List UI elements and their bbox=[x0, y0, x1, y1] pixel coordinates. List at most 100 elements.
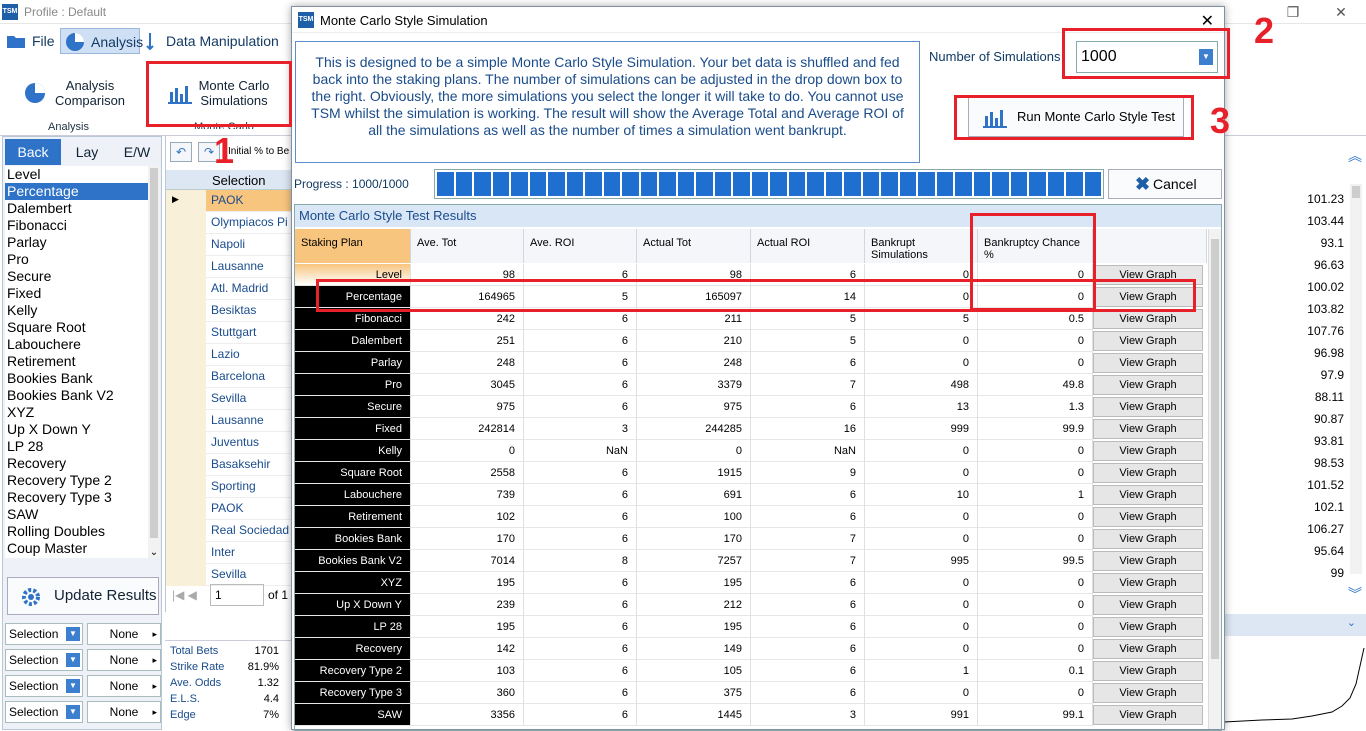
selection-row[interactable]: Lazio bbox=[166, 344, 294, 366]
result-row[interactable]: Kelly 0 NaN 0 NaN 0 0 View Graph bbox=[295, 440, 1207, 462]
dropdown-arrow-icon[interactable]: ▼ bbox=[66, 705, 80, 719]
column-header-ave-tot[interactable]: Ave. Tot bbox=[411, 229, 524, 263]
staking-plan-item[interactable]: Bookies Bank V2 bbox=[5, 387, 148, 404]
staking-plan-item[interactable]: Recovery Type 3 bbox=[5, 489, 148, 506]
update-results-button[interactable]: Update Results bbox=[7, 577, 159, 615]
view-graph-button[interactable]: View Graph bbox=[1093, 441, 1203, 461]
row-header[interactable] bbox=[166, 564, 206, 586]
menu-data-manipulation[interactable]: Data Manipulation bbox=[142, 28, 282, 54]
column-header-bankrupt-simulations[interactable]: Bankrupt Simulations bbox=[865, 229, 978, 263]
selection-dropdown[interactable]: Selection ▼ bbox=[5, 675, 83, 697]
row-header[interactable] bbox=[166, 388, 206, 410]
result-row[interactable]: Square Root 2558 6 1915 9 0 0 View Graph bbox=[295, 462, 1207, 484]
selection-row[interactable]: Napoli bbox=[166, 234, 294, 256]
row-header[interactable] bbox=[166, 542, 206, 564]
restore-icon[interactable]: ❐ bbox=[1278, 2, 1308, 22]
view-graph-button[interactable]: View Graph bbox=[1093, 375, 1203, 395]
view-graph-button[interactable]: View Graph bbox=[1093, 485, 1203, 505]
selection-row[interactable]: Sevilla bbox=[166, 388, 294, 410]
staking-plan-list[interactable]: Level Percentage Dalembert Fibonacci Parlay P… bbox=[5, 166, 148, 558]
column-header-plan[interactable]: Staking Plan bbox=[295, 229, 411, 263]
tab-lay[interactable]: Lay bbox=[63, 139, 111, 165]
staking-plan-item[interactable]: Square Root bbox=[5, 319, 148, 336]
row-header[interactable] bbox=[166, 476, 206, 498]
view-graph-button[interactable]: View Graph bbox=[1093, 419, 1203, 439]
selection-row[interactable]: Stuttgart bbox=[166, 322, 294, 344]
view-graph-button[interactable]: View Graph bbox=[1093, 529, 1203, 549]
selection-row[interactable]: Besiktas bbox=[166, 300, 294, 322]
view-graph-button[interactable]: View Graph bbox=[1093, 661, 1203, 681]
view-graph-button[interactable]: View Graph bbox=[1093, 463, 1203, 483]
view-graph-button[interactable]: View Graph bbox=[1093, 595, 1203, 615]
selection-row[interactable]: PAOK bbox=[166, 498, 294, 520]
selection-row[interactable]: Sevilla bbox=[166, 564, 294, 586]
row-header[interactable] bbox=[166, 498, 206, 520]
right-scrollbar[interactable] bbox=[1350, 184, 1362, 574]
view-graph-button[interactable]: View Graph bbox=[1093, 397, 1203, 417]
staking-plan-item[interactable]: Up X Down Y bbox=[5, 421, 148, 438]
staking-plan-item[interactable]: Rolling Doubles bbox=[5, 523, 148, 540]
staking-plan-item[interactable]: Recovery bbox=[5, 455, 148, 472]
row-header[interactable] bbox=[166, 432, 206, 454]
result-row[interactable]: Up X Down Y 239 6 212 6 0 0 View Graph bbox=[295, 594, 1207, 616]
selection-row[interactable]: Barcelona bbox=[166, 366, 294, 388]
result-row[interactable]: Secure 975 6 975 6 13 1.3 View Graph bbox=[295, 396, 1207, 418]
selection-row[interactable]: ▶ PAOK bbox=[166, 190, 294, 212]
column-header-ave-roi[interactable]: Ave. ROI bbox=[524, 229, 637, 263]
chevron-down-icon[interactable]: ⌄ bbox=[148, 547, 160, 558]
staking-plan-item[interactable]: Dalembert bbox=[5, 200, 148, 217]
staking-plan-item[interactable]: XYZ bbox=[5, 404, 148, 421]
staking-plan-item[interactable]: Fibonacci bbox=[5, 217, 148, 234]
none-dropdown[interactable]: None ▸ bbox=[87, 701, 161, 723]
row-header[interactable] bbox=[166, 520, 206, 542]
result-row[interactable]: Labouchere 739 6 691 6 10 1 View Graph bbox=[295, 484, 1207, 506]
chevron-down-icon[interactable]: ⌄ bbox=[1347, 616, 1356, 629]
result-row[interactable]: Recovery Type 2 103 6 105 6 1 0.1 View Graph bbox=[295, 660, 1207, 682]
staking-plan-item[interactable]: Level bbox=[5, 166, 148, 183]
none-dropdown[interactable]: None ▸ bbox=[87, 675, 161, 697]
dropdown-arrow-icon[interactable]: ▼ bbox=[66, 627, 80, 641]
result-row[interactable]: XYZ 195 6 195 6 0 0 View Graph bbox=[295, 572, 1207, 594]
column-header-actual-tot[interactable]: Actual Tot bbox=[637, 229, 751, 263]
staking-plan-item[interactable]: Coup Master bbox=[5, 540, 148, 557]
selection-dropdown[interactable]: Selection ▼ bbox=[5, 623, 83, 645]
row-header[interactable] bbox=[166, 256, 206, 278]
selection-row[interactable]: Real Sociedad bbox=[166, 520, 294, 542]
selection-row[interactable]: Inter bbox=[166, 542, 294, 564]
none-dropdown[interactable]: None ▸ bbox=[87, 623, 161, 645]
row-header[interactable] bbox=[166, 366, 206, 388]
selection-row[interactable]: Sporting bbox=[166, 476, 294, 498]
collapse-down-icon[interactable]: ︾ bbox=[1348, 584, 1362, 604]
result-row[interactable]: Recovery 142 6 149 6 0 0 View Graph bbox=[295, 638, 1207, 660]
result-row[interactable]: Recovery Type 3 360 6 375 6 0 0 View Graph bbox=[295, 682, 1207, 704]
view-graph-button[interactable]: View Graph bbox=[1093, 551, 1203, 571]
result-row[interactable]: Parlay 248 6 248 6 0 0 View Graph bbox=[295, 352, 1207, 374]
view-graph-button[interactable]: View Graph bbox=[1093, 683, 1203, 703]
staking-plan-item[interactable]: Percentage bbox=[5, 183, 148, 200]
staking-plan-item[interactable]: Fixed bbox=[5, 285, 148, 302]
staking-plan-item[interactable]: Retirement bbox=[5, 353, 148, 370]
result-row[interactable]: Fixed 242814 3 244285 16 999 99.9 View Graph bbox=[295, 418, 1207, 440]
staking-plan-item[interactable]: LP 28 bbox=[5, 438, 148, 455]
selection-row[interactable]: Lausanne bbox=[166, 410, 294, 432]
menu-analysis[interactable]: Analysis bbox=[60, 28, 143, 54]
selection-row[interactable]: Atl. Madrid bbox=[166, 278, 294, 300]
selection-column-header[interactable]: Selection bbox=[212, 173, 265, 188]
cancel-button[interactable]: ✖ Cancel bbox=[1108, 169, 1222, 199]
view-graph-button[interactable]: View Graph bbox=[1093, 331, 1203, 351]
right-scroll-thumb[interactable] bbox=[1352, 186, 1360, 198]
close-window-icon[interactable]: ✕ bbox=[1326, 2, 1356, 22]
menu-file[interactable]: File bbox=[2, 28, 58, 54]
dropdown-arrow-icon[interactable]: ▼ bbox=[66, 653, 80, 667]
row-header[interactable] bbox=[166, 300, 206, 322]
dropdown-arrow-icon[interactable]: ▼ bbox=[66, 679, 80, 693]
scroll-thumb[interactable] bbox=[150, 168, 158, 538]
tab-back[interactable]: Back bbox=[5, 139, 61, 165]
list-scrollbar[interactable]: ⌄ bbox=[148, 166, 160, 558]
selection-row[interactable]: Olympiacos Pi bbox=[166, 212, 294, 234]
view-graph-button[interactable]: View Graph bbox=[1093, 573, 1203, 593]
collapse-up-icon[interactable]: ︽ bbox=[1348, 146, 1362, 166]
result-row[interactable]: Bookies Bank V2 7014 8 7257 7 995 99.5 View Gra… bbox=[295, 550, 1207, 572]
undo-icon[interactable]: ↶ bbox=[170, 142, 192, 162]
result-row[interactable]: Retirement 102 6 100 6 0 0 View Graph bbox=[295, 506, 1207, 528]
